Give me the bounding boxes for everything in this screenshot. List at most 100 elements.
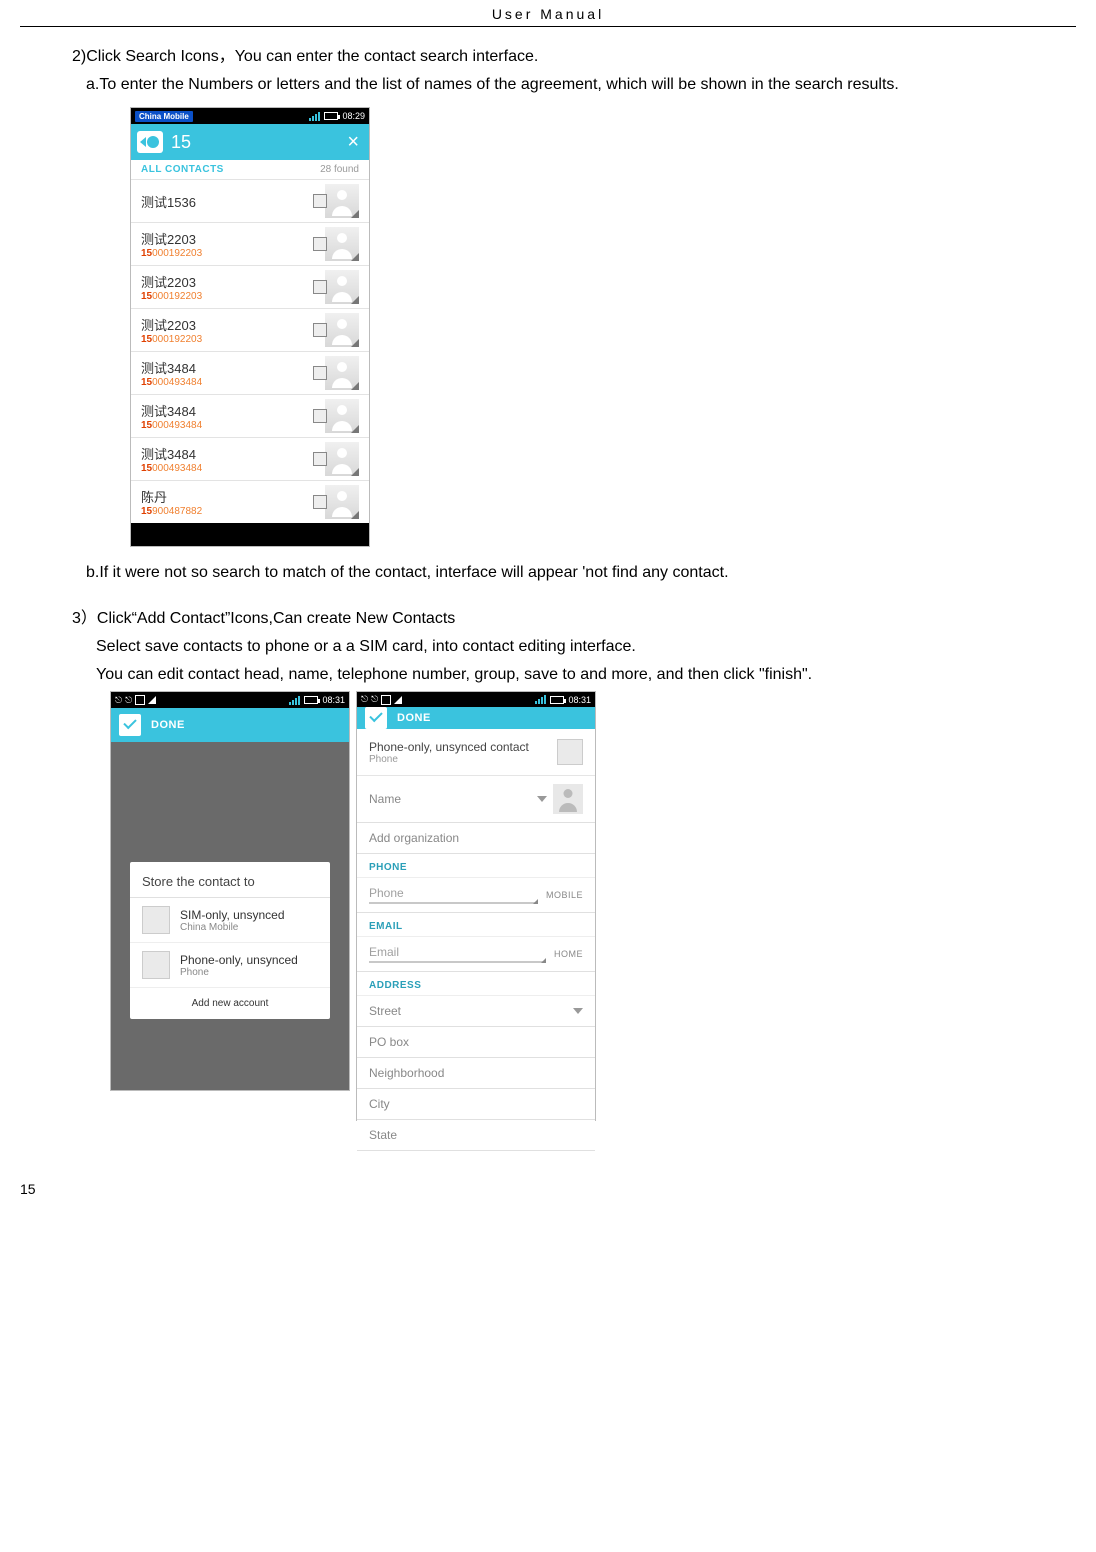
page-number: 15 — [0, 1181, 1096, 1217]
neighborhood-row: Neighborhood — [357, 1058, 595, 1089]
add-organization-button[interactable]: Add organization — [357, 823, 595, 854]
option-sim-title: SIM-only, unsynced — [180, 908, 285, 922]
select-checkbox[interactable] — [313, 280, 327, 294]
usb-icon: ⎋ — [115, 695, 122, 706]
contact-name: 测试2203 — [141, 315, 313, 334]
contact-name: 测试3484 — [141, 401, 313, 420]
section-header: ALL CONTACTS 28 found — [131, 160, 369, 179]
pobox-row: PO box — [357, 1027, 595, 1058]
done-check-icon[interactable] — [365, 707, 387, 729]
paragraph-2b: b.If it were not so search to match of t… — [86, 561, 1076, 585]
street-row: Street — [357, 996, 595, 1027]
option-phone-title: Phone-only, unsynced — [180, 953, 298, 967]
phone-input[interactable]: Phone — [369, 886, 538, 904]
done-button[interactable]: DONE — [151, 719, 185, 731]
paragraph-2: 2)Click Search Icons，You can enter the c… — [72, 45, 1076, 69]
warning-icon — [148, 696, 156, 704]
dialog-title: Store the contact to — [130, 862, 330, 898]
contact-avatar-icon — [325, 442, 359, 476]
option-phone-subtitle: Phone — [180, 967, 298, 978]
found-count: 28 found — [320, 164, 359, 175]
option-sim[interactable]: SIM-only, unsynced China Mobile — [130, 898, 330, 943]
state-row: State — [357, 1120, 595, 1151]
screenshot-contact-search: China Mobile 08:29 15 × ALL CONTACTS 28 … — [130, 107, 370, 547]
contact-name: 陈丹 — [141, 487, 313, 506]
contact-name: 测试2203 — [141, 229, 313, 248]
option-sim-subtitle: China Mobile — [180, 922, 285, 933]
select-checkbox[interactable] — [313, 323, 327, 337]
screenshot-store-contact: ⎋ ⎋ 08:31 DONE Store the contact to — [110, 691, 350, 1091]
status-bar: China Mobile 08:29 — [131, 108, 369, 124]
search-bar: 15 × — [131, 124, 369, 160]
contact-row[interactable]: 测试220315000192203 — [131, 265, 369, 308]
contact-row[interactable]: 测试220315000192203 — [131, 308, 369, 351]
email-input[interactable]: Email — [369, 945, 546, 963]
street-input[interactable]: Street — [369, 1004, 401, 1018]
select-checkbox[interactable] — [313, 452, 327, 466]
expand-address-icon[interactable] — [573, 1008, 583, 1014]
notif-icon — [135, 695, 145, 705]
store-contact-dialog: Store the contact to SIM-only, unsynced … — [130, 862, 330, 1019]
screenshot-edit-contact: ⎋ ⎋ 08:31 DONE Phone-only, unsyn — [356, 691, 596, 1121]
sim-icon — [142, 906, 170, 934]
contact-avatar-icon — [325, 399, 359, 433]
done-check-icon[interactable] — [119, 714, 141, 736]
done-bar: DONE — [111, 708, 349, 742]
carrier-label: China Mobile — [135, 111, 193, 122]
back-button[interactable] — [137, 131, 163, 153]
add-account-button[interactable]: Add new account — [130, 988, 330, 1019]
section-address-label: ADDRESS — [357, 972, 595, 996]
contact-type-title: Phone-only, unsynced contact — [369, 740, 529, 754]
select-checkbox[interactable] — [313, 237, 327, 251]
select-checkbox[interactable] — [313, 366, 327, 380]
status-bar: ⎋ ⎋ 08:31 — [111, 692, 349, 708]
warning-icon — [394, 696, 402, 704]
email-type-selector[interactable]: HOME — [554, 949, 583, 959]
header-title: User Manual — [492, 6, 604, 22]
contact-row[interactable]: 陈丹15900487882 — [131, 480, 369, 523]
name-input[interactable]: Name — [369, 792, 401, 806]
page-header: User Manual — [20, 0, 1076, 27]
phone-row: Phone MOBILE — [357, 878, 595, 913]
battery-icon — [304, 696, 318, 704]
contact-number: 15000493484 — [141, 377, 313, 388]
city-input[interactable]: City — [369, 1097, 390, 1111]
select-checkbox[interactable] — [313, 194, 327, 208]
contact-number: 15000192203 — [141, 291, 313, 302]
section-label: ALL CONTACTS — [141, 164, 224, 175]
option-phone[interactable]: Phone-only, unsynced Phone — [130, 943, 330, 988]
contact-avatar-icon — [325, 270, 359, 304]
contact-row[interactable]: 测试1536 — [131, 179, 369, 222]
signal-icon — [535, 695, 546, 704]
contact-row[interactable]: 测试220315000192203 — [131, 222, 369, 265]
done-button[interactable]: DONE — [397, 712, 431, 724]
add-org-label: Add organization — [369, 831, 459, 845]
contact-row[interactable]: 测试348415000493484 — [131, 351, 369, 394]
contact-number: 15000192203 — [141, 334, 313, 345]
clear-search-button[interactable]: × — [343, 131, 363, 154]
contact-row[interactable]: 测试348415000493484 — [131, 394, 369, 437]
city-row: City — [357, 1089, 595, 1120]
contact-name: 测试3484 — [141, 358, 313, 377]
battery-icon — [550, 696, 564, 704]
paragraph-3a: Select save contacts to phone or a a SIM… — [96, 635, 1076, 659]
paragraph-3: 3）Click“Add Contact”Icons,Can create New… — [72, 607, 1076, 631]
pobox-input[interactable]: PO box — [369, 1035, 409, 1049]
debug-icon: ⎋ — [125, 695, 132, 706]
search-input[interactable]: 15 — [171, 132, 343, 153]
contact-row[interactable]: 测试348415000493484 — [131, 437, 369, 480]
notif-icon — [381, 695, 391, 705]
contact-number: 15000493484 — [141, 420, 313, 431]
battery-icon — [324, 112, 338, 120]
contact-avatar-icon — [325, 356, 359, 390]
paragraph-3b: You can edit contact head, name, telepho… — [96, 663, 1076, 687]
status-time: 08:31 — [322, 695, 345, 705]
neighborhood-input[interactable]: Neighborhood — [369, 1066, 444, 1080]
contact-type-row[interactable]: Phone-only, unsynced contact Phone — [357, 729, 595, 776]
select-checkbox[interactable] — [313, 409, 327, 423]
expand-name-icon[interactable] — [537, 796, 547, 802]
phone-type-selector[interactable]: MOBILE — [546, 890, 583, 900]
select-checkbox[interactable] — [313, 495, 327, 509]
state-input[interactable]: State — [369, 1128, 397, 1142]
contact-photo-button[interactable] — [553, 784, 583, 814]
